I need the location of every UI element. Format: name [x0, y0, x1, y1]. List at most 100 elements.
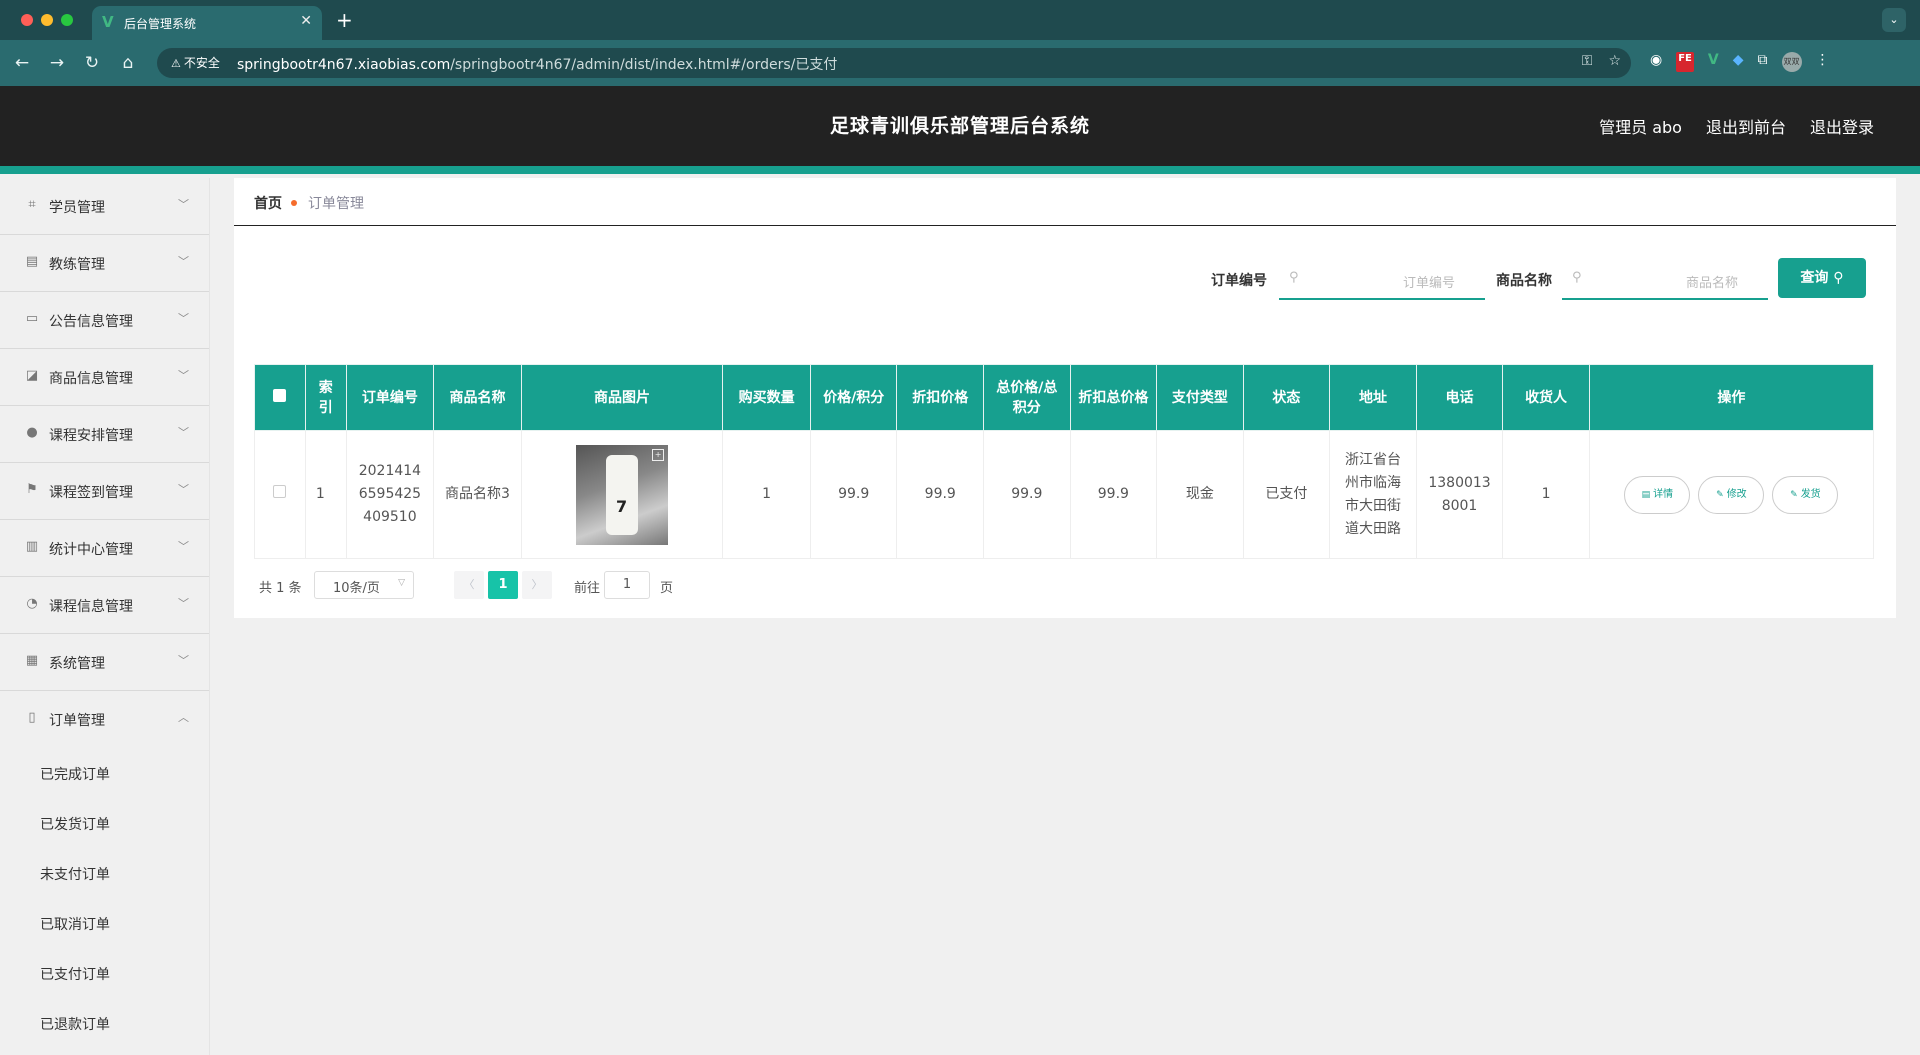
page-suffix: 页	[660, 581, 674, 596]
select-all-checkbox[interactable]	[254, 364, 306, 431]
submenu-completed-orders[interactable]: 已完成订单	[0, 748, 209, 798]
bookmark-star-icon[interactable]: ☆	[1608, 53, 1621, 69]
browser-tab[interactable]: V 后台管理系统 ✕	[92, 6, 322, 40]
sidebar-item-label: 订单管理	[49, 713, 105, 729]
submenu-paid-orders[interactable]: 已支付订单	[0, 948, 209, 998]
checkbox-icon	[273, 485, 287, 498]
url-text: springbootr4n67.xiaobias.com/springbootr…	[237, 54, 837, 74]
next-page-button[interactable]: 〉	[522, 571, 552, 599]
cell-price: 99.9	[809, 430, 898, 559]
profile-avatar[interactable]: 双双	[1781, 52, 1802, 72]
sidebar-item-students[interactable]: ⌗ 学员管理 ﹀	[0, 178, 209, 235]
cell-discount-price: 99.9	[896, 430, 985, 559]
product-thumbnail[interactable]: 7 +	[576, 444, 669, 545]
sidebar-item-courses[interactable]: ◔ 课程信息管理 ﹀	[0, 577, 209, 634]
sidebar-item-notices[interactable]: ▭ 公告信息管理 ﹀	[0, 292, 209, 349]
column-header: 电话	[1415, 364, 1504, 431]
submenu-label: 已发货订单	[40, 817, 110, 833]
submenu-label: 已退款订单	[40, 1017, 110, 1033]
forward-icon[interactable]: →	[45, 51, 69, 75]
chevron-down-icon: ﹀	[178, 312, 189, 325]
submenu-unpaid-orders[interactable]: 未支付订单	[0, 848, 209, 898]
tab-close-icon[interactable]: ✕	[300, 13, 312, 29]
cell-receiver: 1	[1502, 430, 1590, 559]
submenu-cancelled-orders[interactable]: 已取消订单	[0, 898, 209, 948]
order-no-label: 订单编号	[1211, 273, 1267, 289]
extension-owl-icon[interactable]: ◉	[1650, 52, 1662, 72]
search-icon: ⚲	[1289, 270, 1299, 285]
column-header: 状态	[1242, 364, 1331, 431]
sidebar-item-statistics[interactable]: ▥ 统计中心管理 ﹀	[0, 520, 209, 577]
query-label: 查询	[1800, 270, 1829, 286]
column-header: 操作	[1588, 364, 1875, 431]
detail-button[interactable]: ▤ 详情	[1624, 475, 1691, 514]
home-icon[interactable]: ⌂	[116, 51, 140, 75]
column-header: 折扣总价格	[1069, 364, 1158, 431]
edit-icon: ✎	[1716, 489, 1724, 500]
expand-icon: +	[652, 448, 665, 461]
cell-index: 1	[304, 430, 347, 559]
product-name-placeholder: 商品名称	[1685, 276, 1738, 291]
column-header: 地址	[1329, 364, 1417, 431]
browser-menu-icon[interactable]: ⋮	[1816, 52, 1830, 72]
submenu-refunded-orders[interactable]: 已退款订单	[0, 998, 209, 1048]
cell-pay-type: 现金	[1156, 430, 1244, 559]
tab-search-button[interactable]: ⌄	[1882, 8, 1906, 32]
back-icon[interactable]: ←	[10, 51, 34, 75]
logout-link[interactable]: 退出登录	[1810, 114, 1874, 138]
submenu-shipped-orders[interactable]: 已发货订单	[0, 798, 209, 848]
tab-title: 后台管理系统	[124, 17, 197, 31]
sidebar-item-orders[interactable]: ▯ 订单管理 ︿	[0, 691, 209, 748]
sidebar-item-coaches[interactable]: ▤ 教练管理 ﹀	[0, 235, 209, 292]
sidebar-item-checkin[interactable]: ⚑ 课程签到管理 ﹀	[0, 463, 209, 520]
order-no-input[interactable]: ⚲ 订单编号	[1279, 260, 1485, 300]
submenu-label: 已完成订单	[40, 767, 110, 783]
edit-icon: ✎	[1790, 489, 1798, 500]
exit-to-front-link[interactable]: 退出到前台	[1706, 114, 1786, 138]
window-maximize-button[interactable]	[61, 14, 73, 26]
row-checkbox[interactable]	[254, 430, 306, 559]
chevron-down-icon: ﹀	[178, 540, 189, 553]
cell-phone: 13800138001	[1415, 430, 1504, 559]
ship-button[interactable]: ✎ 发货	[1772, 475, 1839, 514]
sidebar-item-products[interactable]: ◪ 商品信息管理 ﹀	[0, 349, 209, 406]
reload-icon[interactable]: ↻	[80, 51, 104, 75]
prev-page-button[interactable]: 〈	[454, 571, 484, 599]
product-name-label: 商品名称	[1496, 273, 1552, 289]
gauge-icon: ◔	[26, 596, 38, 611]
cell-quantity: 1	[722, 430, 811, 559]
extension-vue-icon[interactable]: V	[1708, 52, 1719, 72]
chevron-down-icon: ▽	[398, 578, 405, 588]
edit-button[interactable]: ✎ 修改	[1698, 475, 1765, 514]
cell-discount-total: 99.9	[1069, 430, 1158, 559]
window-close-button[interactable]	[21, 14, 33, 26]
search-icon: ⚲	[1833, 270, 1844, 286]
sidebar-item-label: 统计中心管理	[49, 542, 133, 558]
browser-tab-bar: V 后台管理系统 ✕ + ⌄	[0, 0, 1920, 40]
sidebar-item-system[interactable]: ▦ 系统管理 ﹀	[0, 634, 209, 691]
column-header: 商品名称	[433, 364, 522, 431]
extension-fe-icon[interactable]: FE	[1676, 52, 1694, 72]
window-minimize-button[interactable]	[41, 14, 53, 26]
page-size-value: 10条/页	[333, 581, 380, 596]
security-indicator[interactable]: ⚠ 不安全	[165, 54, 226, 72]
extensions-puzzle-icon[interactable]: ⧉	[1758, 52, 1768, 72]
address-bar[interactable]: ⚠ 不安全 springbootr4n67.xiaobias.com/spring…	[157, 48, 1631, 78]
vue-logo-icon: V	[102, 13, 114, 31]
ship-label: 发货	[1800, 488, 1821, 500]
page-number-button[interactable]: 1	[488, 571, 518, 599]
chevron-down-icon: ﹀	[178, 597, 189, 610]
sidebar-item-schedule[interactable]: ● 课程安排管理 ﹀	[0, 406, 209, 463]
column-header: 商品图片	[520, 364, 724, 431]
breadcrumb-home[interactable]: 首页	[254, 193, 282, 213]
product-name-input[interactable]: ⚲ 商品名称	[1562, 260, 1768, 300]
query-button[interactable]: 查询 ⚲	[1778, 258, 1866, 298]
page-size-select[interactable]: 10条/页 ▽	[314, 571, 414, 599]
extension-diamond-icon[interactable]: ◆	[1733, 52, 1744, 72]
goto-page-input[interactable]: 1	[604, 571, 650, 599]
new-tab-button[interactable]: +	[336, 8, 353, 32]
key-icon[interactable]: ⚿	[1582, 53, 1593, 69]
chart-icon: ◪	[25, 368, 39, 383]
mic-icon: ▯	[28, 710, 36, 725]
chevron-down-icon: ﹀	[178, 654, 189, 667]
